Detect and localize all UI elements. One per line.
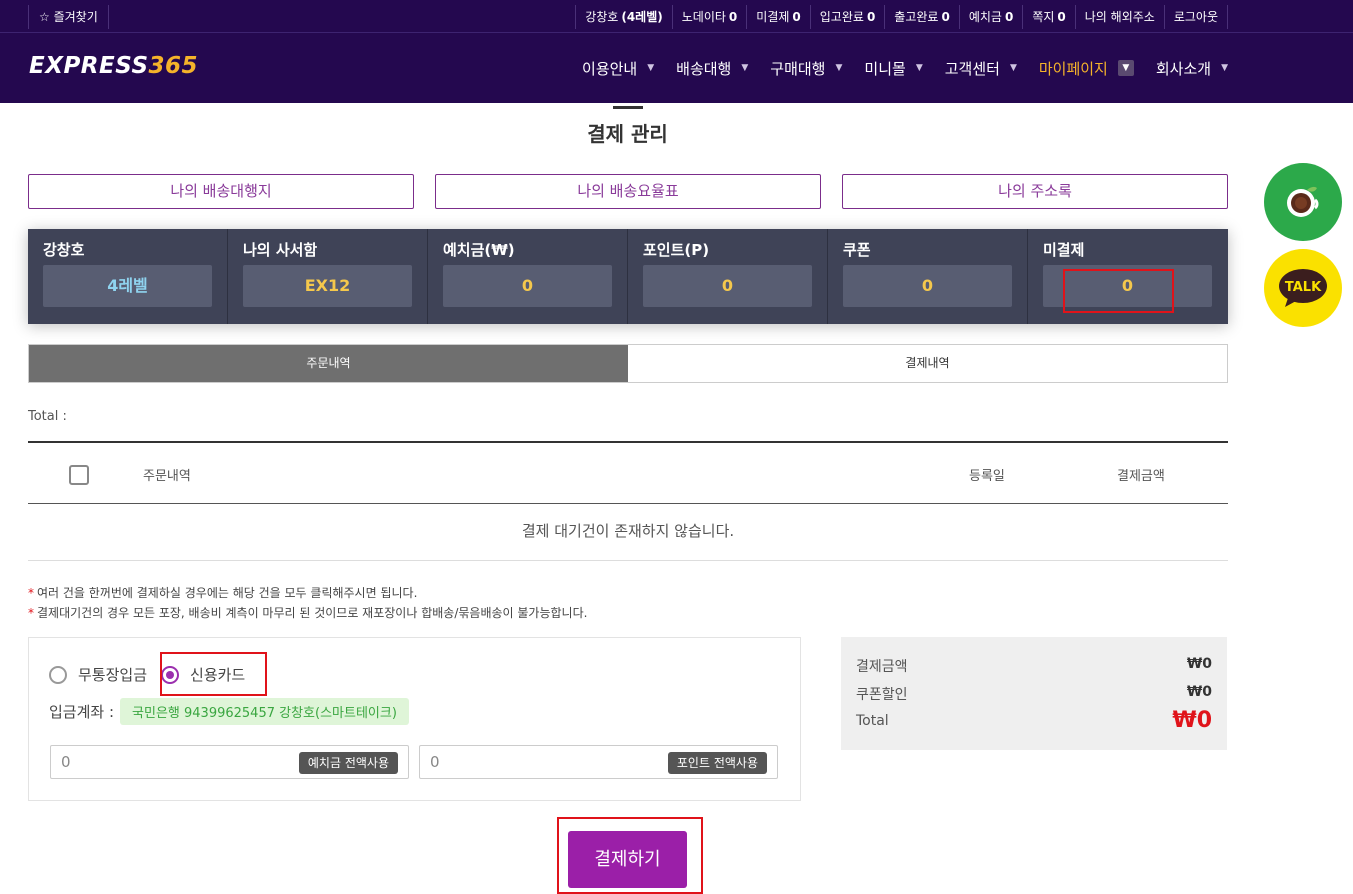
table-header: 주문내역 등록일 결제금액 <box>28 441 1228 504</box>
nav-item-guide[interactable]: 이용안내 ▼ <box>582 58 654 79</box>
nodata-link[interactable]: 노데이타 0 <box>671 5 747 29</box>
main-nav: EXPRESS365 이용안내 ▼ 배송대행 ▼ 구매대행 ▼ 미니몰 ▼ 고객센터 ▼ … <box>0 33 1353 103</box>
summary-coupon: 쿠폰 0 <box>828 229 1028 324</box>
nav-item-minimall[interactable]: 미니몰 ▼ <box>864 58 922 79</box>
my-shipping-address-button[interactable]: 나의 배송대행지 <box>28 174 414 209</box>
tab-order-history[interactable]: 주문내역 <box>29 345 628 382</box>
total-row: Total ₩0 <box>856 708 1212 733</box>
deposit-account-row: 입금계좌 : 국민은행 94399625457 강창호(스마트테이크) <box>49 698 409 725</box>
bank-transfer-label[interactable]: 무통장입금 <box>78 664 147 685</box>
top-utility-bar: ☆ 즐겨찾기 강창호 (4레벨) 노데이타 0 미결제 0 입고완료 0 출고완료 0 예… <box>0 0 1353 33</box>
talk-bubble-icon: TALK <box>1279 269 1327 307</box>
chevron-down-icon: ▼ <box>1009 63 1017 73</box>
nav-item-purchase[interactable]: 구매대행 ▼ <box>770 58 842 79</box>
coupon-row: 쿠폰할인 ₩0 <box>856 684 1212 703</box>
notice-list: * 여러 건을 한꺼번에 결제하실 경우에는 해당 건을 모두 클릭해주시면 됩니… <box>28 583 587 623</box>
pay-button-highlight-box <box>557 817 703 894</box>
select-all-checkbox[interactable] <box>69 465 89 485</box>
logout-link[interactable]: 로그아웃 <box>1163 5 1228 29</box>
payment-method-box: 무통장입금 신용카드 입금계좌 : 국민은행 94399625457 강창호(스… <box>28 637 801 801</box>
chevron-down-icon: ▼ <box>835 63 843 73</box>
deposit-use-field: 예치금 전액사용 <box>50 745 409 779</box>
overseas-address-link[interactable]: 나의 해외주소 <box>1074 5 1164 29</box>
chevron-down-icon: ▼ <box>741 63 749 73</box>
nav-item-about[interactable]: 회사소개 ▼ <box>1156 58 1228 79</box>
coffee-float-button[interactable] <box>1264 163 1342 241</box>
total-count-label: Total : <box>28 409 67 424</box>
my-rate-table-button[interactable]: 나의 배송요율표 <box>435 174 821 209</box>
nav-menu: 이용안내 ▼ 배송대행 ▼ 구매대행 ▼ 미니몰 ▼ 고객센터 ▼ 마이페이지 ▼ 회사소개… <box>560 33 1228 103</box>
point-use-field: 포인트 전액사용 <box>419 745 778 779</box>
quick-links: 나의 배송대행지 나의 배송요율표 나의 주소록 <box>28 174 1228 209</box>
summary-points: 포인트(P) 0 <box>628 229 828 324</box>
chevron-down-icon: ▼ <box>915 63 923 73</box>
chevron-down-icon: ▼ <box>1117 60 1134 76</box>
deposit-amount-input[interactable] <box>61 747 281 777</box>
payment-totals: 결제금액 ₩0 쿠폰할인 ₩0 Total ₩0 <box>841 637 1227 750</box>
nav-item-mypage[interactable]: 마이페이지 ▼ <box>1039 58 1134 79</box>
account-summary: 강창호 4레벨 나의 사서함 EX12 예치금(₩) 0 포인트(P) 0 쿠폰… <box>28 229 1228 324</box>
talk-label: TALK <box>1285 280 1322 295</box>
my-address-book-button[interactable]: 나의 주소록 <box>842 174 1228 209</box>
credit-card-highlight-box <box>160 652 267 696</box>
favorites-link[interactable]: ☆ 즐겨찾기 <box>28 5 109 29</box>
user-name-link[interactable]: 강창호 (4레벨) <box>575 5 672 29</box>
col-date: 등록일 <box>969 469 1005 484</box>
page-title: 결제 관리 <box>587 122 668 146</box>
shipped-link[interactable]: 출고완료 0 <box>884 5 959 29</box>
notice-item: * 결제대기건의 경우 모든 포장, 배송비 계측이 마무리 된 것이므로 재포장… <box>28 606 588 620</box>
unpaid-link[interactable]: 미결제 0 <box>746 5 809 29</box>
kakao-talk-button[interactable]: TALK <box>1264 249 1342 327</box>
nav-item-shipping[interactable]: 배송대행 ▼ <box>676 58 748 79</box>
summary-deposit: 예치금(₩) 0 <box>428 229 628 324</box>
received-link[interactable]: 입고완료 0 <box>809 5 885 29</box>
bank-transfer-radio[interactable] <box>49 665 67 684</box>
nav-item-support[interactable]: 고객센터 ▼ <box>945 58 1017 79</box>
empty-message: 결제 대기건이 존재하지 않습니다. <box>28 504 1228 561</box>
amount-row: 결제금액 ₩0 <box>856 656 1212 675</box>
messages-link[interactable]: 쪽지 0 <box>1022 5 1074 29</box>
chevron-down-icon: ▼ <box>647 63 655 73</box>
user-status-bar: 강창호 (4레벨) 노데이타 0 미결제 0 입고완료 0 출고완료 0 예치금 0 쪽지 0… <box>575 5 1228 29</box>
summary-mailbox: 나의 사서함 EX12 <box>228 229 428 324</box>
use-all-points-button[interactable]: 포인트 전액사용 <box>667 752 767 774</box>
account-badge: 국민은행 94399625457 강창호(스마트테이크) <box>120 698 409 725</box>
summary-level: 강창호 4레벨 <box>28 229 228 324</box>
use-all-deposit-button[interactable]: 예치금 전액사용 <box>298 752 398 774</box>
chevron-down-icon: ▼ <box>1221 63 1228 73</box>
point-amount-input[interactable] <box>430 747 650 777</box>
coffee-cup-icon <box>1287 186 1319 217</box>
col-order: 주문내역 <box>143 469 191 484</box>
notice-item: * 여러 건을 한꺼번에 결제하실 경우에는 해당 건을 모두 클릭해주시면 됩니… <box>28 586 418 600</box>
history-tabs: 주문내역 결제내역 <box>28 344 1228 383</box>
logo[interactable]: EXPRESS365 <box>29 53 198 79</box>
tab-payment-history[interactable]: 결제내역 <box>628 345 1227 382</box>
title-divider <box>613 106 643 109</box>
unpaid-highlight-box <box>1063 269 1174 313</box>
account-label: 입금계좌 : <box>49 703 115 721</box>
col-amount: 결제금액 <box>1117 469 1165 484</box>
deposit-link[interactable]: 예치금 0 <box>958 5 1022 29</box>
